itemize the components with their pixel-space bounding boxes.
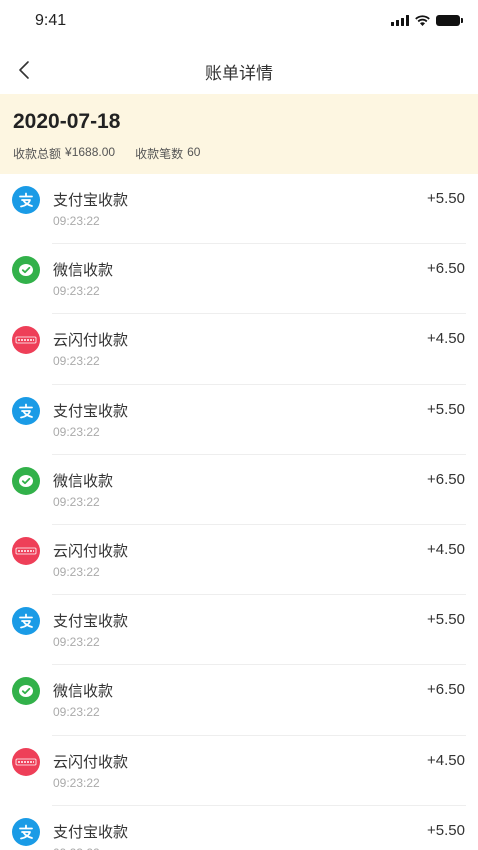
transaction-name: 微信收款 bbox=[53, 262, 114, 280]
quickpass-icon bbox=[12, 747, 40, 776]
summary-stats: 收款总额 ¥1688.00 收款笔数 60 bbox=[13, 145, 200, 162]
transaction-time: 09:23:22 bbox=[53, 284, 100, 299]
quickpass-icon bbox=[12, 326, 40, 355]
list-item[interactable]: 云闪付收款 09:23:22 +4.50 bbox=[0, 525, 478, 596]
total-value: ¥1688.00 bbox=[65, 145, 116, 159]
transaction-name: 微信收款 bbox=[53, 472, 114, 490]
transaction-time: 09:23:22 bbox=[53, 705, 100, 720]
transaction-amount: +4.50 bbox=[427, 540, 465, 558]
transaction-time: 09:23:22 bbox=[53, 424, 100, 439]
transaction-amount: +5.50 bbox=[427, 821, 465, 839]
page-title: 账单详情 bbox=[205, 64, 273, 83]
transaction-time: 09:23:22 bbox=[53, 846, 100, 850]
wechat-pay-icon bbox=[12, 466, 40, 495]
status-bar: 9:41 bbox=[0, 0, 478, 44]
nav-bar: 账单详情 bbox=[0, 48, 478, 92]
transaction-amount: +5.50 bbox=[427, 400, 465, 418]
list-item[interactable]: 微信收款 09:23:22 +6.50 bbox=[0, 665, 478, 736]
wechat-pay-icon bbox=[12, 256, 40, 285]
transaction-name: 支付宝收款 bbox=[53, 823, 129, 841]
signal-icon bbox=[391, 15, 409, 26]
alipay-icon bbox=[12, 186, 40, 214]
transaction-time: 09:23:22 bbox=[53, 214, 100, 228]
transaction-time: 09:23:22 bbox=[53, 775, 100, 790]
transaction-time: 09:23:22 bbox=[53, 635, 100, 650]
alipay-icon bbox=[12, 607, 40, 636]
transaction-amount: +5.50 bbox=[427, 190, 465, 207]
wechat-pay-icon bbox=[12, 677, 40, 706]
transaction-amount: +6.50 bbox=[427, 260, 465, 278]
transaction-name: 微信收款 bbox=[53, 683, 114, 701]
list-item[interactable]: 支付宝收款 09:23:22 +5.50 bbox=[0, 385, 478, 455]
list-item[interactable]: 支付宝收款 09:23:22 +5.50 bbox=[0, 806, 478, 850]
transaction-amount: +5.50 bbox=[427, 611, 465, 629]
list-item[interactable]: 微信收款 09:23:22 +6.50 bbox=[0, 455, 478, 526]
list-item[interactable]: 云闪付收款 09:23:22 +4.50 bbox=[0, 314, 478, 385]
count-label: 收款笔数 bbox=[135, 147, 184, 161]
alipay-icon bbox=[12, 817, 40, 846]
transaction-name: 支付宝收款 bbox=[53, 192, 129, 209]
transaction-amount: +4.50 bbox=[427, 751, 465, 769]
list-item[interactable]: 支付宝收款 09:23:22 +5.50 bbox=[0, 174, 478, 245]
transaction-name: 云闪付收款 bbox=[53, 753, 129, 771]
transaction-time: 09:23:22 bbox=[53, 354, 100, 369]
transaction-name: 支付宝收款 bbox=[53, 613, 129, 631]
daily-summary: 2020-07-18 收款总额 ¥1688.00 收款笔数 60 bbox=[0, 94, 478, 174]
transaction-name: 云闪付收款 bbox=[53, 332, 129, 350]
count-value: 60 bbox=[187, 145, 201, 159]
transaction-list: 支付宝收款 09:23:22 +5.50 微信收款 09:23:22 +6.50 云闪付收款… bbox=[0, 174, 478, 850]
transaction-amount: +4.50 bbox=[427, 330, 465, 348]
transaction-amount: +6.50 bbox=[427, 470, 465, 488]
wifi-icon bbox=[415, 15, 430, 26]
transaction-time: 09:23:22 bbox=[53, 564, 100, 579]
transaction-amount: +6.50 bbox=[427, 681, 465, 699]
battery-icon bbox=[436, 15, 463, 26]
quickpass-icon bbox=[12, 536, 40, 565]
transaction-time: 09:23:22 bbox=[53, 494, 100, 509]
list-item[interactable]: 支付宝收款 09:23:22 +5.50 bbox=[0, 595, 478, 666]
total-label: 收款总额 bbox=[13, 147, 62, 161]
status-icons bbox=[391, 15, 463, 26]
transaction-name: 支付宝收款 bbox=[53, 402, 129, 420]
alipay-icon bbox=[12, 396, 40, 425]
transaction-name: 云闪付收款 bbox=[53, 542, 129, 560]
status-time: 9:41 bbox=[35, 12, 67, 29]
summary-date: 2020-07-18 bbox=[13, 110, 121, 133]
list-item[interactable]: 云闪付收款 09:23:22 +4.50 bbox=[0, 736, 478, 806]
list-item[interactable]: 微信收款 09:23:22 +6.50 bbox=[0, 244, 478, 315]
